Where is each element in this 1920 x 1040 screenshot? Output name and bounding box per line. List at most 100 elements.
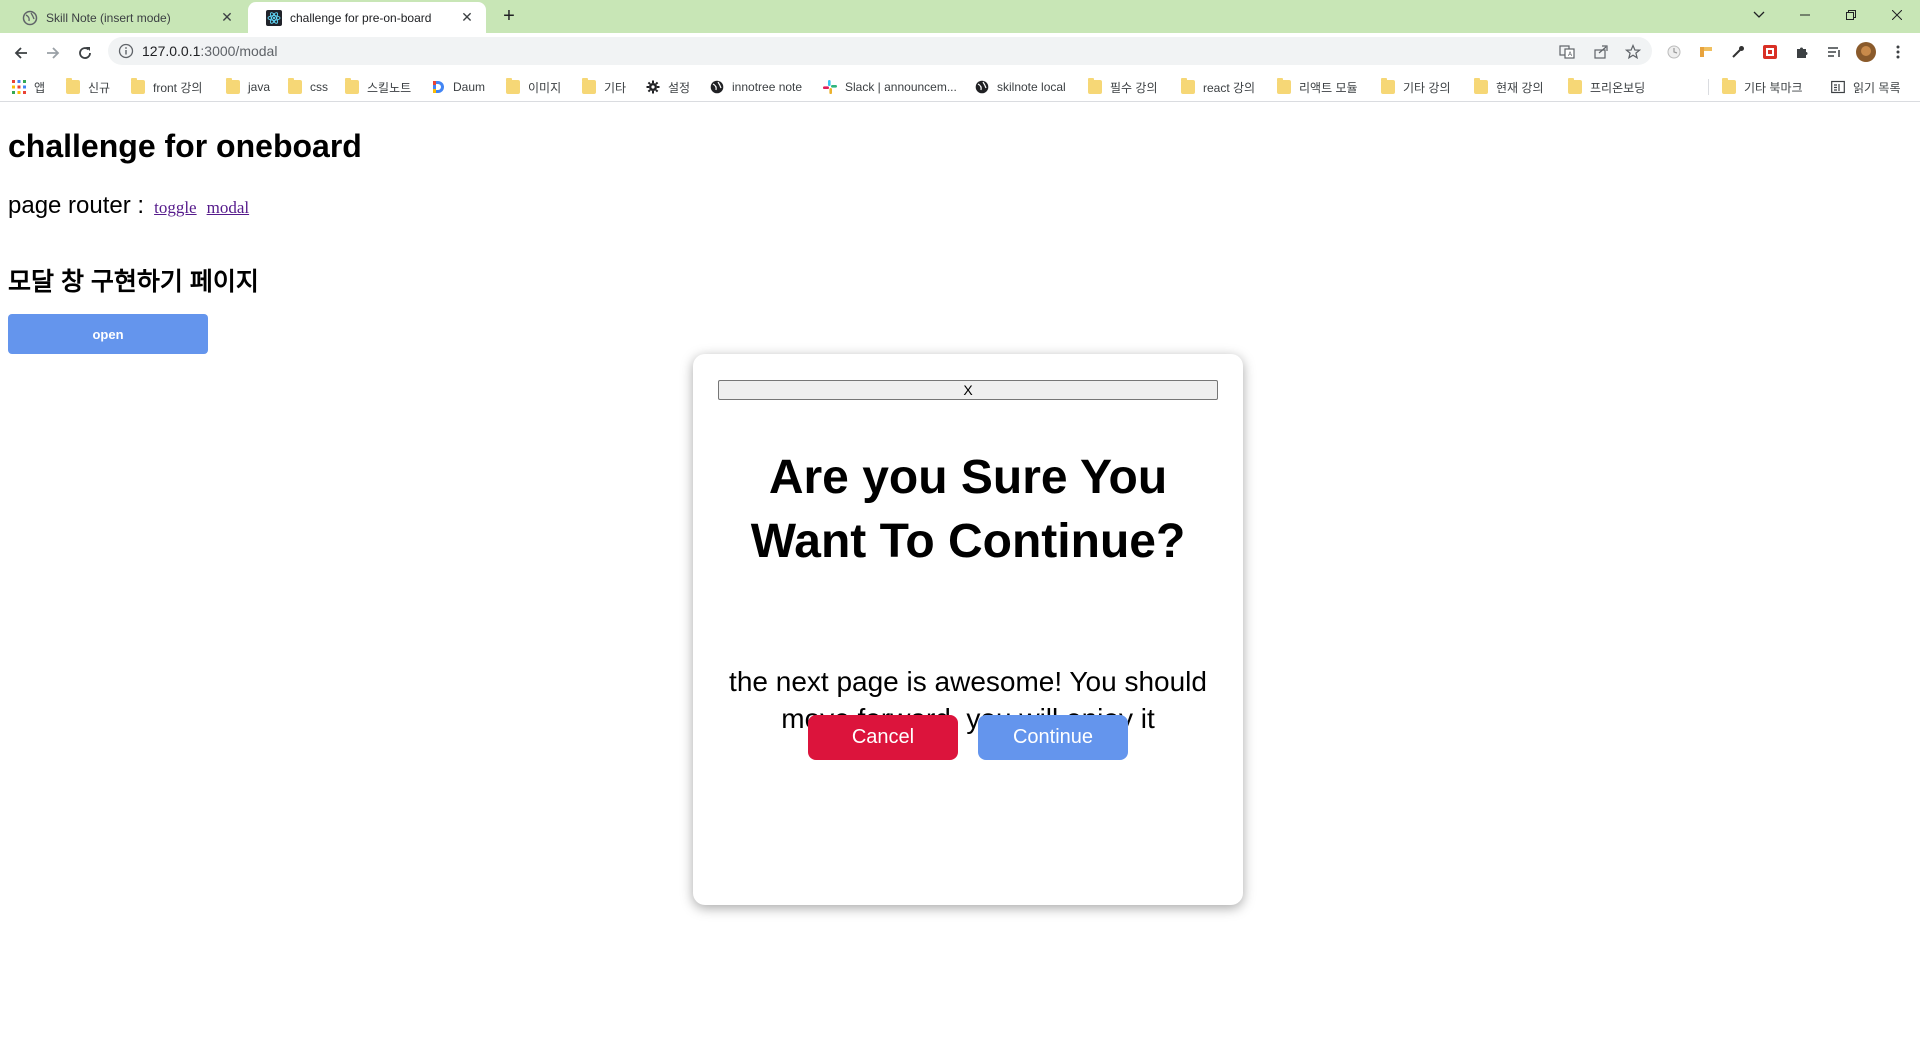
reload-icon[interactable]: [71, 39, 99, 67]
bookmark-folder[interactable]: 이미지: [506, 77, 561, 97]
bookmark-folder[interactable]: 기타: [582, 77, 626, 97]
extension-red-icon[interactable]: [1759, 41, 1781, 63]
page-content: challenge for oneboard page router : tog…: [0, 102, 1920, 1040]
modal-link[interactable]: modal: [207, 198, 250, 218]
bookmark-label: skilnote local: [997, 80, 1066, 94]
bookmark-label: react 강의: [1203, 80, 1256, 95]
folder-icon: [131, 78, 145, 94]
folder-icon: [288, 78, 302, 94]
bookmark-folder[interactable]: 리액트 모듈: [1277, 77, 1358, 97]
react-icon: [266, 9, 282, 26]
bookmark-skilnote[interactable]: skilnote local: [975, 77, 1066, 97]
info-icon[interactable]: [118, 43, 134, 59]
new-tab-button[interactable]: +: [497, 6, 521, 28]
bookmark-label: 기타 강의: [1403, 80, 1451, 95]
bookmarks-bar: 앱 신규 front 강의 java css 스킬노트 Daum 이미지 기타 …: [0, 71, 1920, 102]
page-subtitle: 모달 창 구현하기 페이지: [8, 268, 259, 296]
bookmark-folder[interactable]: 스킬노트: [345, 77, 411, 97]
url-text: 127.0.0.1:3000/modal: [142, 43, 277, 59]
modal-title: Are you Sure You Want To Continue?: [750, 451, 1186, 568]
bookmark-label: 기타: [604, 80, 627, 95]
translate-icon[interactable]: A: [1556, 41, 1578, 63]
bookmark-label: java: [248, 80, 271, 94]
bookmark-label: 리액트 모듈: [1299, 80, 1358, 95]
globe-icon: [710, 80, 724, 94]
tab-title: challenge for pre-on-board: [290, 10, 432, 25]
toggle-link[interactable]: toggle: [154, 198, 197, 218]
bookmark-slack[interactable]: Slack | announcem...: [823, 77, 957, 97]
daum-icon: [433, 81, 444, 93]
bookmark-folder[interactable]: react 강의: [1181, 77, 1255, 97]
modal-close-button[interactable]: X: [718, 380, 1218, 400]
folder-icon: [1474, 78, 1488, 94]
extensions-puzzle-icon[interactable]: [1791, 41, 1813, 63]
url-path: :3000/modal: [200, 43, 278, 59]
tab-skill-note[interactable]: Skill Note (insert mode) ✕: [4, 2, 246, 33]
bookmark-label: 필수 강의: [1110, 80, 1158, 95]
gear-icon: [646, 80, 660, 94]
bookmark-label: 현재 강의: [1496, 80, 1544, 95]
share-icon[interactable]: [1590, 41, 1612, 63]
modal-message: the next page is awesome! You should mov…: [729, 666, 1207, 734]
extension-key-icon[interactable]: [1695, 41, 1717, 63]
bookmark-label: 앱: [34, 80, 46, 95]
bookmark-label: 스킬노트: [367, 80, 412, 95]
apps-grid-icon: [12, 80, 26, 94]
address-bar[interactable]: 127.0.0.1:3000/modal: [108, 37, 1652, 65]
close-tab-icon[interactable]: ✕: [458, 9, 476, 27]
bookmark-innotree[interactable]: innotree note: [710, 77, 802, 97]
bookmark-apps[interactable]: 앱: [12, 77, 45, 97]
close-tab-icon[interactable]: ✕: [218, 9, 236, 27]
folder-icon: [1722, 78, 1736, 94]
extension-clock-icon[interactable]: [1663, 41, 1685, 63]
folder-icon: [1181, 78, 1195, 94]
folder-icon: [1568, 78, 1582, 94]
reading-mode-icon[interactable]: [1823, 41, 1845, 63]
bookmark-folder[interactable]: 필수 강의: [1088, 77, 1158, 97]
back-icon[interactable]: [7, 39, 35, 67]
bookmark-folder[interactable]: java: [226, 77, 270, 97]
bookmark-settings[interactable]: 설정: [646, 77, 690, 97]
folder-icon: [1277, 78, 1291, 94]
cancel-button[interactable]: Cancel: [808, 715, 958, 760]
tab-challenge[interactable]: challenge for pre-on-board ✕: [248, 2, 486, 33]
forward-icon[interactable]: [39, 39, 67, 67]
folder-icon: [226, 78, 240, 94]
bookmark-label: innotree note: [732, 80, 803, 94]
bookmark-label: 이미지: [528, 80, 562, 95]
bookmark-star-icon[interactable]: [1622, 41, 1644, 63]
folder-icon: [582, 78, 596, 94]
folder-icon: [506, 78, 520, 94]
bookmark-folder[interactable]: 현재 강의: [1474, 77, 1544, 97]
menu-kebab-icon[interactable]: [1887, 41, 1909, 63]
folder-icon: [66, 78, 80, 94]
continue-button[interactable]: Continue: [978, 715, 1128, 760]
close-window-icon[interactable]: [1874, 0, 1920, 30]
tab-strip: Skill Note (insert mode) ✕ challenge for…: [0, 0, 1920, 33]
profile-avatar[interactable]: [1855, 41, 1877, 63]
bookmark-folder[interactable]: 기타 강의: [1381, 77, 1451, 97]
restore-icon[interactable]: [1828, 0, 1874, 30]
bookmark-label: front 강의: [153, 80, 203, 95]
bookmark-folder[interactable]: 프리온보딩: [1568, 77, 1645, 97]
bookmark-label: Slack | announcem...: [845, 80, 957, 94]
modal-dialog: X Are you Sure You Want To Continue? the…: [693, 354, 1243, 905]
folder-icon: [1088, 78, 1102, 94]
bookmark-daum[interactable]: Daum: [431, 77, 485, 97]
bookmark-label: 프리온보딩: [1590, 80, 1646, 95]
minimize-icon[interactable]: [1782, 0, 1828, 30]
reading-list-icon: [1831, 80, 1845, 94]
extension-eyedropper-icon[interactable]: [1727, 41, 1749, 63]
bookmark-label: Daum: [453, 80, 486, 94]
bookmark-other[interactable]: 기타 북마크: [1722, 77, 1803, 97]
bookmarks-divider: [1708, 79, 1709, 95]
bookmark-label: 신규: [88, 80, 111, 95]
globe-icon: [22, 10, 38, 25]
bookmark-reading-list[interactable]: 읽기 목록: [1831, 77, 1901, 97]
bookmark-folder[interactable]: front 강의: [131, 77, 202, 97]
bookmark-folder[interactable]: css: [288, 77, 328, 97]
tab-search-icon[interactable]: [1736, 0, 1782, 30]
url-host: 127.0.0.1: [142, 43, 201, 59]
open-modal-button[interactable]: open: [8, 314, 208, 354]
bookmark-folder[interactable]: 신규: [66, 77, 110, 97]
